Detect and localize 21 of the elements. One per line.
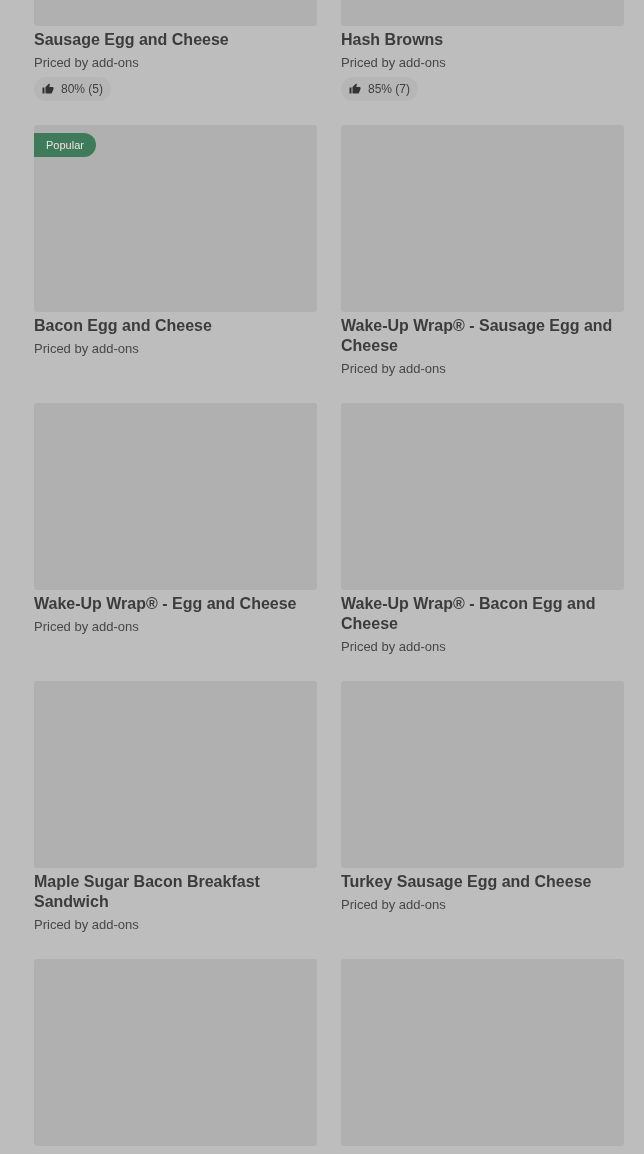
- item-title[interactable]: Maple Sugar Bacon Breakfast Sandwich: [34, 872, 317, 912]
- price-note: Priced by add-ons: [34, 340, 140, 358]
- thumbs-up-icon: [349, 83, 361, 95]
- item-title[interactable]: Turkey Sausage Egg and Cheese: [341, 872, 624, 892]
- item-title[interactable]: Wake-Up Wrap® - Sausage Egg and Cheese: [341, 316, 624, 356]
- popular-badge: Popular: [34, 133, 96, 157]
- price-note: Priced by add-ons: [341, 896, 447, 914]
- item-title[interactable]: Wake-Up Wrap® - Egg and Cheese: [34, 594, 317, 614]
- price-note: Priced by add-ons: [34, 618, 140, 636]
- rating-badge: 80% (5): [34, 77, 112, 101]
- item-title[interactable]: Hash Browns: [341, 30, 624, 50]
- price-note: Priced by add-ons: [34, 916, 140, 934]
- rating-badge: 85% (7): [341, 77, 419, 101]
- item-title[interactable]: Wake-Up Wrap® - Bacon Egg and Cheese: [341, 594, 624, 634]
- price-note: Priced by add-ons: [341, 360, 447, 378]
- price-note: Priced by add-ons: [34, 54, 140, 72]
- item-title[interactable]: Sausage Egg and Cheese: [34, 30, 317, 50]
- thumbs-up-icon: [42, 83, 54, 95]
- price-note: Priced by add-ons: [341, 638, 447, 656]
- item-title[interactable]: Bacon Egg and Cheese: [34, 316, 317, 336]
- price-note: Priced by add-ons: [341, 54, 447, 72]
